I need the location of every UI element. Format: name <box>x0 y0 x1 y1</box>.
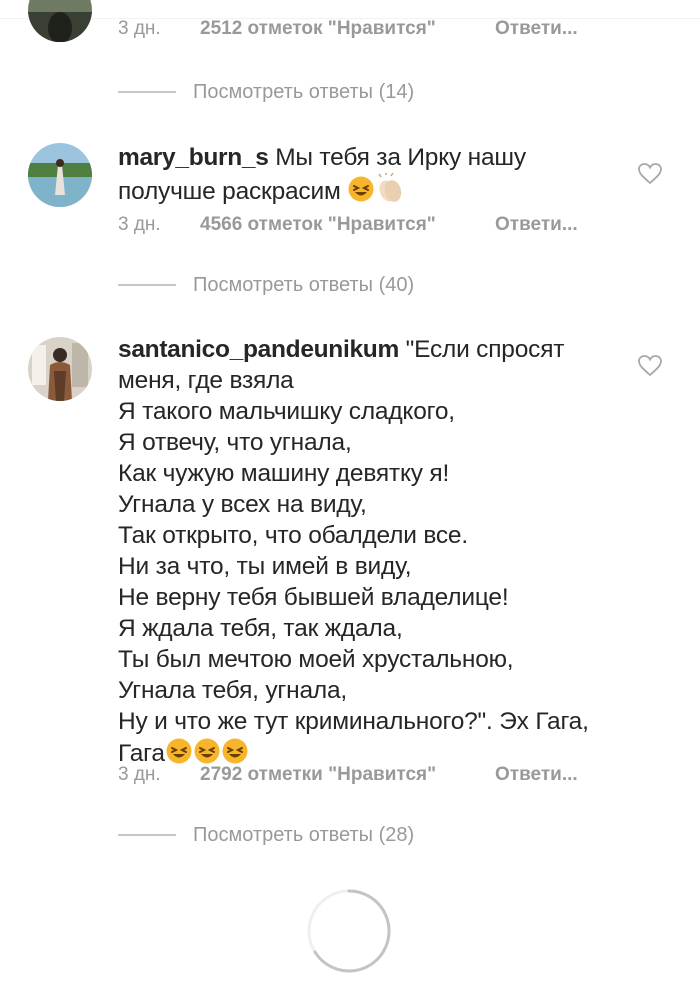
comment-text-line: Не верну тебя бывшей владелице! <box>118 584 509 611</box>
avatar[interactable] <box>28 143 92 207</box>
replies-divider <box>118 284 176 286</box>
clapping-hands-emoji-icon <box>375 172 405 211</box>
comment-text-line: "Если спросят <box>405 336 565 363</box>
loading-spinner-icon <box>307 889 391 973</box>
view-replies-label: Посмотреть ответы (40) <box>193 273 415 296</box>
comment-text: santanico_pandeunikum "Если спросят меня… <box>118 334 638 773</box>
comment-time: 3 дн. <box>118 214 161 235</box>
comment-author[interactable]: mary_burn_s <box>118 144 269 171</box>
reply-button[interactable]: Ответи... <box>495 18 578 40</box>
view-replies-button[interactable]: Посмотреть ответы (14) <box>118 77 414 107</box>
comment-text-line: Так открыто, что обалдели все. <box>118 522 468 549</box>
replies-divider <box>118 91 176 93</box>
avatar[interactable] <box>28 337 92 401</box>
comment-text-line: Ни за что, ты имей в виду, <box>118 553 412 580</box>
comment-time: 3 дн. <box>118 764 161 785</box>
reply-button[interactable]: Ответи... <box>495 764 578 786</box>
likes-count[interactable]: 2512 отметок "Нравится" <box>200 18 495 40</box>
comment-author[interactable]: santanico_pandeunikum <box>118 336 399 363</box>
likes-count[interactable]: 2792 отметки "Нравится" <box>200 764 495 786</box>
comment-text-line: Я отвечу, что угнала, <box>118 429 352 456</box>
view-replies-button[interactable]: Посмотреть ответы (28) <box>118 820 414 850</box>
comment-text: mary_burn_s Мы тебя за Ирку нашу получше… <box>118 142 638 211</box>
view-replies-label: Посмотреть ответы (28) <box>193 823 415 846</box>
comment-text-line: Мы тебя за Ирку нашу <box>275 144 526 171</box>
comment-text-line: Ну и что же тут криминального?". Эх Гага… <box>118 708 589 735</box>
comment-meta: 3 дн. 2792 отметки "Нравится" Ответи... <box>118 760 638 790</box>
comment-text-line: Я ждала тебя, так ждала, <box>118 615 403 642</box>
comment-time: 3 дн. <box>118 18 161 39</box>
view-replies-button[interactable]: Посмотреть ответы (40) <box>118 270 414 300</box>
comment-text-line: Ты был мечтою моей хрустальною, <box>118 646 514 673</box>
comment-meta: 3 дн. 2512 отметок "Нравится" Ответи... <box>118 14 638 44</box>
likes-count[interactable]: 4566 отметок "Нравится" <box>200 214 495 236</box>
heart-outline-icon[interactable] <box>638 162 662 186</box>
comment-meta: 3 дн. 4566 отметок "Нравится" Ответи... <box>118 210 638 240</box>
avatar[interactable] <box>28 0 92 42</box>
reply-button[interactable]: Ответи... <box>495 214 578 236</box>
view-replies-label: Посмотреть ответы (14) <box>193 80 415 103</box>
comment-text-line: получше раскрасим <box>118 178 341 205</box>
comment-text-line: Как чужую машину девятку я! <box>118 460 450 487</box>
comment-text-line: Угнала у всех на виду, <box>118 491 367 518</box>
heart-outline-icon[interactable] <box>638 354 662 378</box>
comment-text-line: меня, где взяла <box>118 367 294 394</box>
replies-divider <box>118 834 176 836</box>
laughing-face-emoji-icon <box>347 175 375 211</box>
comment-text-line: Угнала тебя, угнала, <box>118 677 348 704</box>
comment-text-line: Я такого мальчишку сладкого, <box>118 398 455 425</box>
